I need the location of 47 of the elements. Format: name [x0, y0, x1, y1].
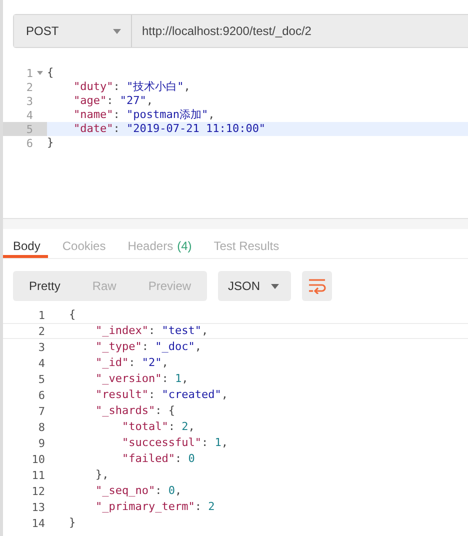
wrap-lines-button[interactable] — [302, 271, 332, 301]
code-line: "date": "2019-07-21 11:10:00" — [72, 122, 266, 136]
code-line: "name": "postman添加", — [72, 108, 215, 122]
line-number: 9 — [37, 436, 45, 450]
line-number: 5 — [37, 372, 45, 386]
format-dropdown[interactable]: JSON — [218, 271, 292, 301]
code-line: { — [47, 66, 54, 80]
code-line: "_id": "2", — [94, 356, 168, 370]
line-number: 2 — [25, 80, 33, 94]
code-line: "_seq_no": 0, — [94, 484, 182, 498]
code-line: "_shards": { — [94, 404, 175, 418]
code-line: "total": 2, — [120, 420, 195, 434]
code-line: "_type": "_doc", — [94, 340, 202, 354]
code-line: "_index": "test", — [94, 324, 208, 338]
code-line: "failed": 0 — [120, 452, 195, 466]
caret-icon — [271, 284, 280, 288]
code-line: "_version": 1, — [94, 372, 188, 386]
line-number: 7 — [37, 404, 45, 418]
line-number: 11 — [30, 468, 45, 482]
code-line: "duty": "技术小白", — [72, 80, 190, 94]
line-number: 1 — [25, 66, 33, 80]
fold-caret-icon[interactable] — [37, 71, 43, 75]
code-line: }, — [94, 468, 109, 482]
line-number: 6 — [37, 388, 45, 402]
line-number: 2 — [37, 324, 45, 338]
code-line: { — [69, 308, 76, 322]
line-number: 3 — [37, 340, 45, 354]
code-line: "successful": 1, — [120, 436, 228, 450]
code-line: } — [69, 516, 76, 530]
code-line: "_primary_term": 2 — [94, 500, 215, 514]
line-number: 4 — [37, 356, 45, 370]
line-number: 3 — [25, 94, 33, 108]
line-number: 12 — [30, 484, 45, 498]
code-line: } — [47, 136, 54, 150]
line-number: 8 — [37, 420, 45, 434]
code-line: "result": "created", — [94, 388, 228, 402]
response-tab[interactable]: Body — [3, 235, 48, 258]
view-mode-tab[interactable]: Pretty — [13, 271, 76, 301]
line-number: 4 — [25, 108, 33, 122]
code-line: "age": "27", — [72, 94, 153, 108]
line-number: 1 — [37, 308, 45, 322]
line-number: 6 — [25, 136, 33, 150]
wrap-icon — [308, 278, 326, 294]
line-number: 14 — [30, 516, 45, 530]
line-number: 5 — [25, 122, 33, 136]
line-number: 10 — [30, 452, 45, 466]
line-number: 13 — [30, 500, 45, 514]
